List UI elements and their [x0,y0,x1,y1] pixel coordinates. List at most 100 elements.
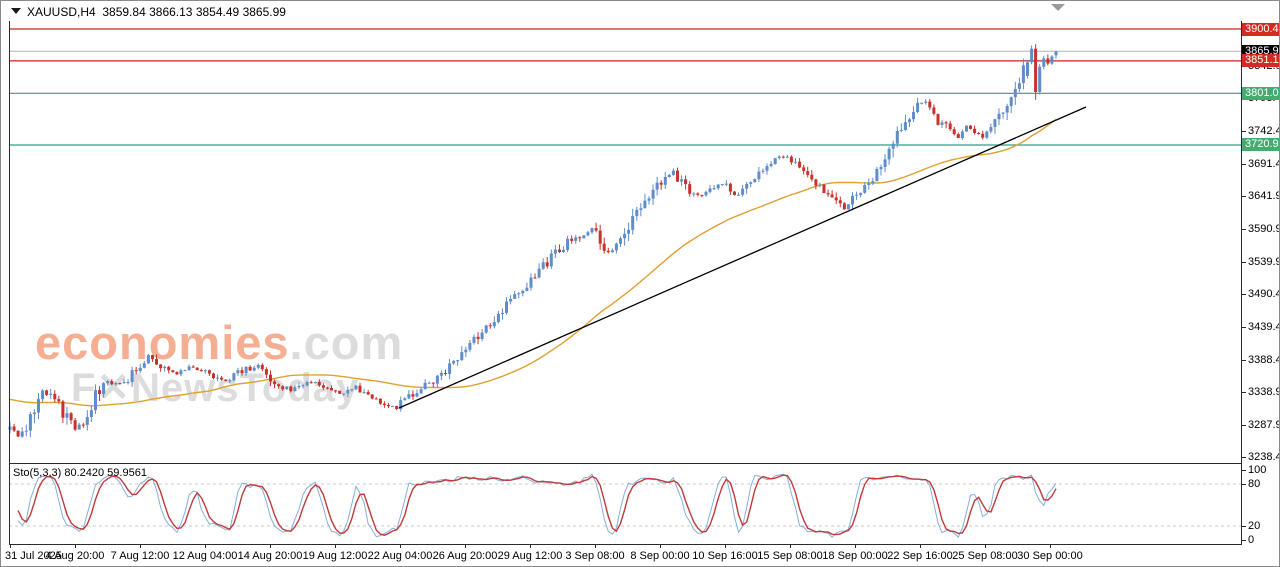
candle-body [265,369,268,375]
ohlc-close: 3865.99 [243,5,286,19]
candle-body [489,325,492,326]
candle-body [554,250,557,254]
candle-body [464,350,467,353]
candle-body [497,314,500,322]
price-axis[interactable]: 3893.903842.903793.403742.403691.403641.… [1242,21,1280,463]
candlestick-chart[interactable] [9,21,1241,463]
chart-shift-marker-icon[interactable] [1051,4,1065,11]
date-label[interactable]: 26 Aug 20:00 [433,550,498,562]
candle-body [530,278,533,288]
candle-body [965,126,968,132]
candle-body [603,244,606,251]
candle-body [208,370,211,373]
candle-body [668,175,671,177]
moving-average-line[interactable] [10,120,1056,406]
candle-body [440,373,443,376]
date-label[interactable]: 12 Aug 04:00 [173,550,238,562]
candle-body [713,188,716,189]
candle-body [428,383,431,384]
candle-body [863,185,866,193]
time-axis[interactable]: 31 Jul 20254 Aug 20:007 Aug 12:0012 Aug … [1,544,1280,567]
candle-body [456,360,459,361]
candle-body [155,359,158,364]
candle-body [643,201,646,209]
price-tick-mark [1242,392,1246,393]
candle-body [493,322,496,326]
candle-body [757,172,760,180]
date-tick-mark [140,544,141,548]
level-lines [9,29,1241,145]
date-label[interactable]: 3 Sep 08:00 [565,550,624,562]
date-label[interactable]: 29 Aug 12:00 [498,550,563,562]
sto-tick-label: 80 [1248,478,1260,490]
candle-body [387,405,390,406]
candle-body [1050,57,1053,64]
date-label[interactable]: 14 Aug 20:00 [238,550,303,562]
candle-body [595,228,598,230]
date-tick-mark [855,544,856,548]
date-tick-mark [790,544,791,548]
candle-body [350,389,353,390]
candle-body [802,167,805,171]
candle-body [680,179,683,181]
candle-body [473,337,476,343]
date-label[interactable]: 4 Aug 20:00 [46,550,105,562]
date-tick-mark [985,544,986,548]
candle-body [261,365,264,369]
date-label[interactable]: 15 Sep 08:00 [757,550,822,562]
candle-body [664,177,667,185]
candle-body [432,383,435,384]
candle-body [1018,83,1021,89]
date-label[interactable]: 8 Sep 00:00 [630,550,689,562]
candle-body [835,197,838,200]
candle-body [692,194,695,195]
candle-body [782,157,785,158]
candle-body [725,184,728,185]
candle-body [538,269,541,278]
candle-body [123,382,126,383]
candle-body [135,370,138,371]
date-label[interactable]: 18 Sep 00:00 [822,550,887,562]
candle-body [241,370,244,373]
candle-body [371,395,374,399]
candle-body [346,390,349,394]
candle-body [416,393,419,396]
candle-body [611,250,614,252]
indicator-axis[interactable]: 10080200 [1242,464,1280,544]
candle-body [672,171,675,175]
candle-body [468,343,471,350]
candle-body [326,388,329,389]
candle-body [623,234,626,239]
symbol-dropdown-icon[interactable] [11,8,21,14]
candle-body [534,278,537,279]
date-label[interactable]: 19 Aug 12:00 [303,550,368,562]
date-label[interactable]: 7 Aug 12:00 [111,550,170,562]
date-label[interactable]: 30 Sep 00:00 [1017,550,1082,562]
candle-body [806,171,809,175]
stochastic-chart[interactable] [9,464,1241,544]
candle-body [338,391,341,394]
candle-body [25,431,28,432]
candle-body [228,380,231,381]
candle-body [188,367,191,371]
ohlc-low: 3854.49 [196,5,239,19]
trend-line[interactable] [399,107,1086,408]
stochastic-panel[interactable] [9,464,1241,544]
candle-body [871,181,874,183]
candles-layer[interactable] [9,44,1058,438]
date-label[interactable]: 25 Sep 08:00 [952,550,1017,562]
date-label[interactable]: 10 Sep 16:00 [692,550,757,562]
candle-body [989,127,992,131]
candle-body [839,200,842,203]
price-chart-area[interactable] [9,21,1241,463]
candle-body [774,158,777,164]
candle-body [224,380,227,381]
date-label[interactable]: 22 Sep 16:00 [887,550,952,562]
candle-body [407,394,410,398]
date-label[interactable]: 22 Aug 04:00 [368,550,433,562]
candle-body [684,179,687,184]
candle-body [139,368,142,371]
candle-body [908,119,911,122]
candle-body [875,169,878,181]
candle-body [599,231,602,244]
